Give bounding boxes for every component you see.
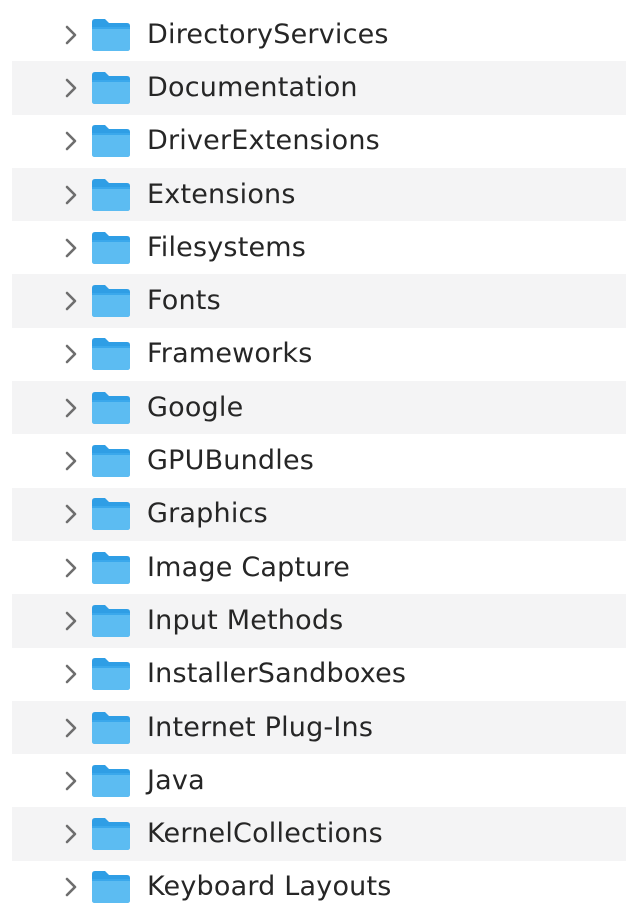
disclosure-chevron-icon[interactable] [62, 130, 80, 152]
folder-name: Fonts [147, 285, 221, 317]
folder-row[interactable]: Filesystems [12, 221, 626, 274]
folder-row[interactable]: Internet Plug-Ins [12, 700, 626, 755]
folder-name: Input Methods [147, 604, 344, 636]
folder-icon [90, 817, 132, 851]
folder-name: Keyboard Layouts [147, 871, 392, 903]
disclosure-chevron-icon[interactable] [62, 876, 80, 898]
folder-icon [90, 391, 132, 425]
folder-name: Internet Plug-Ins [147, 711, 374, 743]
disclosure-chevron-icon[interactable] [62, 663, 80, 685]
folder-icon [90, 71, 132, 105]
folder-row[interactable]: Documentation [12, 61, 626, 115]
folder-row[interactable]: KernelCollections [12, 807, 626, 861]
finder-file-list: DirectoryServices Documentation DriverEx… [0, 0, 626, 915]
folder-row[interactable]: Fonts [12, 274, 626, 328]
disclosure-chevron-icon[interactable] [62, 77, 80, 99]
folder-row[interactable]: GPUBundles [12, 434, 626, 487]
folder-icon [90, 18, 132, 52]
folder-row[interactable]: Extensions [12, 167, 626, 222]
folder-icon [90, 337, 132, 371]
folder-icon [90, 178, 132, 212]
folder-name: Filesystems [147, 231, 307, 263]
folder-icon [90, 284, 132, 318]
folder-row[interactable]: Image Capture [12, 541, 626, 594]
disclosure-chevron-icon[interactable] [62, 397, 80, 419]
folder-row[interactable]: DirectoryServices [12, 8, 626, 61]
folder-icon [90, 444, 132, 478]
folder-row[interactable]: Java [12, 754, 626, 807]
disclosure-chevron-icon[interactable] [62, 770, 80, 792]
folder-icon [90, 231, 132, 265]
folder-icon [90, 604, 132, 638]
folder-name: GPUBundles [147, 444, 315, 476]
folder-icon [90, 764, 132, 798]
folder-row[interactable]: Frameworks [12, 328, 626, 381]
disclosure-chevron-icon[interactable] [62, 503, 80, 525]
folder-name: Documentation [147, 71, 358, 103]
disclosure-chevron-icon[interactable] [62, 184, 80, 206]
folder-name: Java [147, 764, 205, 796]
disclosure-chevron-icon[interactable] [62, 717, 80, 739]
disclosure-chevron-icon[interactable] [62, 450, 80, 472]
folder-name: Frameworks [147, 338, 313, 370]
folder-row[interactable]: Google [12, 381, 626, 435]
folder-name: Image Capture [147, 551, 351, 583]
disclosure-chevron-icon[interactable] [62, 610, 80, 632]
folder-row[interactable]: InstallerSandboxes [12, 648, 626, 701]
disclosure-chevron-icon[interactable] [62, 24, 80, 46]
folder-name: DirectoryServices [147, 18, 389, 50]
folder-row[interactable]: Graphics [12, 487, 626, 541]
disclosure-chevron-icon[interactable] [62, 290, 80, 312]
folder-icon [90, 870, 132, 904]
folder-name: InstallerSandboxes [147, 658, 407, 690]
folder-icon [90, 657, 132, 691]
folder-icon [90, 497, 132, 531]
disclosure-chevron-icon[interactable] [62, 557, 80, 579]
folder-row[interactable]: Input Methods [12, 594, 626, 648]
folder-name: Graphics [147, 498, 268, 530]
folder-name: KernelCollections [147, 817, 383, 849]
folder-name: DriverExtensions [147, 125, 380, 157]
folder-name: Extensions [147, 178, 296, 210]
folder-icon [90, 711, 132, 745]
folder-name: Google [147, 391, 244, 423]
folder-icon [90, 124, 132, 158]
disclosure-chevron-icon[interactable] [62, 343, 80, 365]
folder-row[interactable]: DriverExtensions [12, 115, 626, 168]
folder-icon [90, 551, 132, 585]
folder-row[interactable]: Keyboard Layouts [12, 861, 626, 914]
disclosure-chevron-icon[interactable] [62, 237, 80, 259]
disclosure-chevron-icon[interactable] [62, 823, 80, 845]
